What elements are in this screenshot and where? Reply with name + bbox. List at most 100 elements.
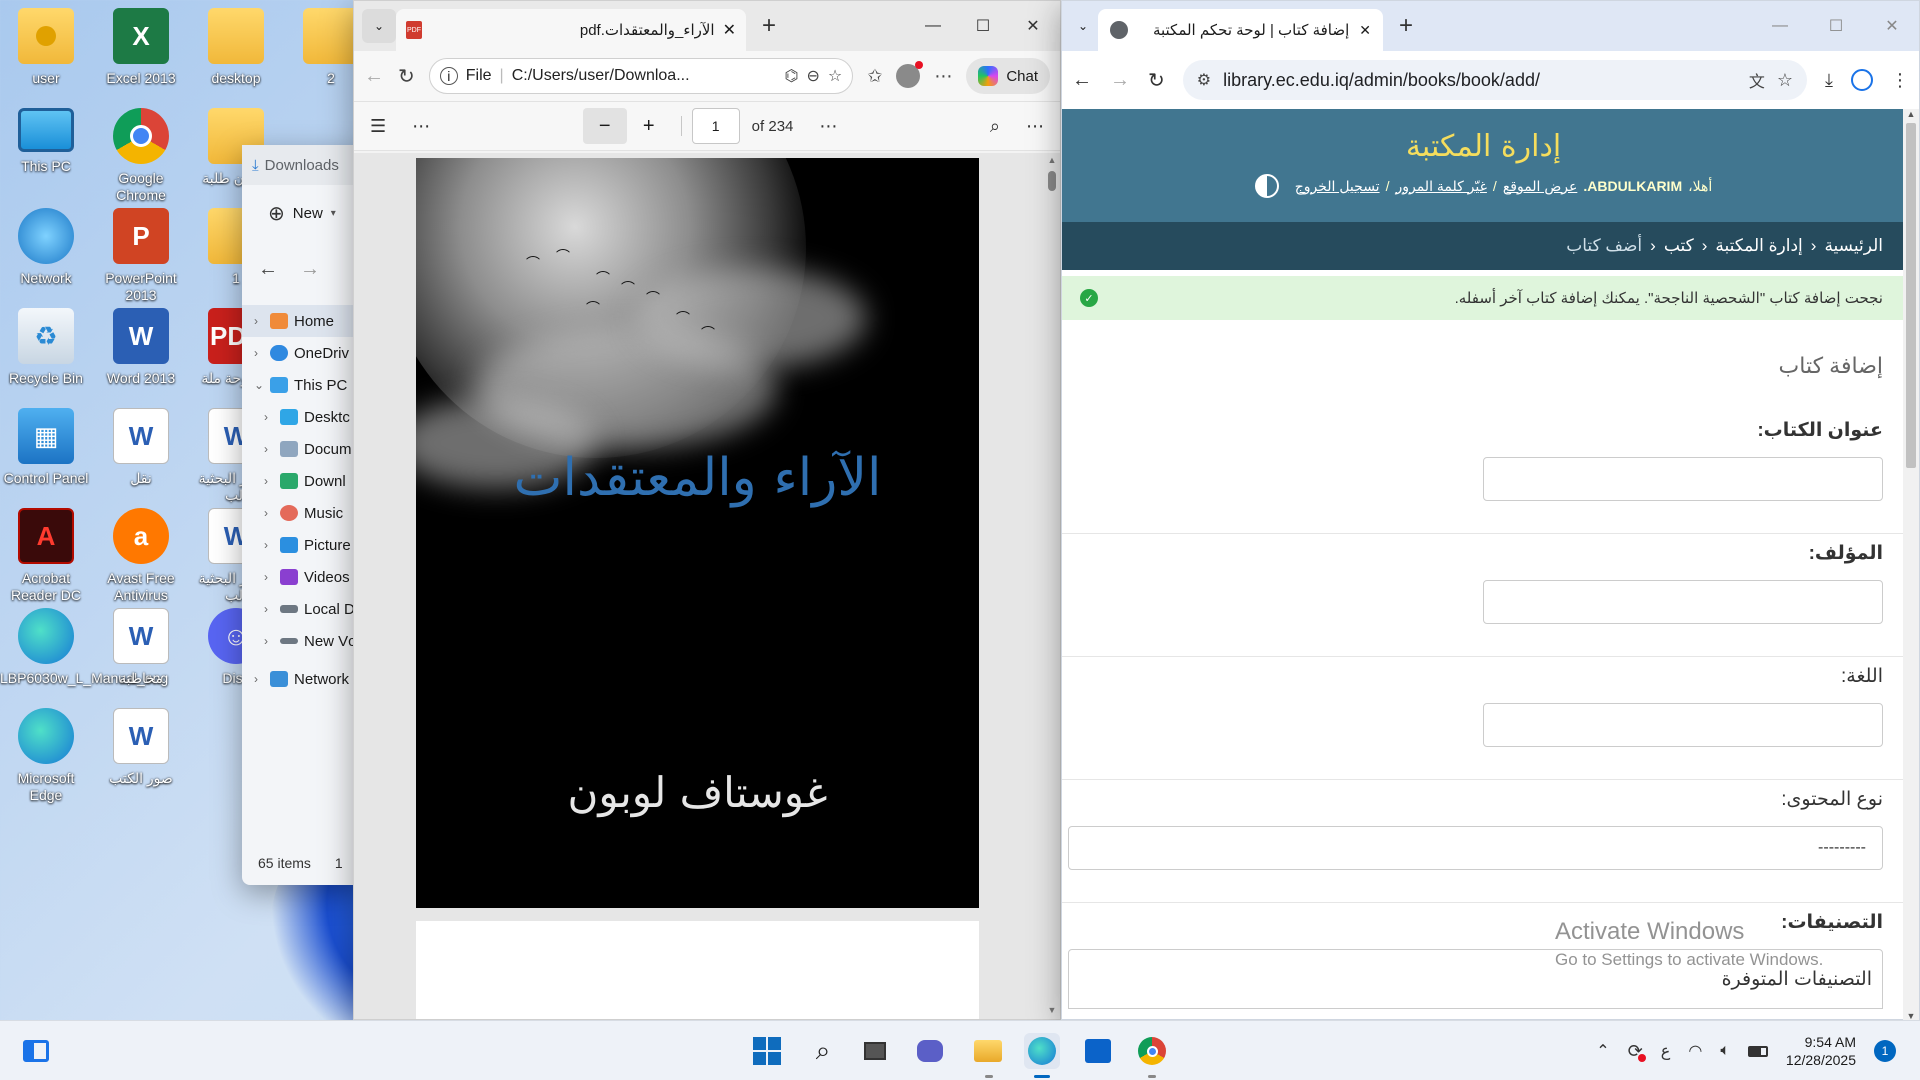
- nav-item-this-pc[interactable]: ⌄ This PC: [242, 369, 362, 401]
- translate-icon[interactable]: 文: [1749, 68, 1765, 92]
- search-button[interactable]: ⌕: [805, 1033, 841, 1069]
- chrome-scrollbar[interactable]: ▲ ▼: [1903, 109, 1919, 1021]
- nav-item-music[interactable]: › Music: [242, 497, 362, 529]
- desktop-icon-network[interactable]: Network: [0, 208, 92, 318]
- desktop-icon-chrome[interactable]: Google Chrome: [95, 108, 187, 218]
- change-password-link[interactable]: غيّر كلمة المرور: [1395, 178, 1486, 195]
- explorer-new-button[interactable]: ⊕ New ▾: [242, 185, 362, 241]
- desktop-icon-book-images[interactable]: W صور الكتب: [95, 708, 187, 818]
- close-window-button[interactable]: ✕: [1879, 16, 1905, 36]
- favorites-icon[interactable]: ✩: [867, 66, 882, 87]
- desktop-icon-avast[interactable]: a Avast Free Antivirus: [95, 508, 187, 618]
- refresh-icon[interactable]: ↻: [398, 64, 415, 89]
- maximize-button[interactable]: ☐: [970, 16, 996, 36]
- nav-item-onedrive[interactable]: › OneDriv: [242, 337, 362, 369]
- pdf-scrollbar[interactable]: ▲ ▼: [1046, 155, 1058, 1015]
- theme-toggle-icon[interactable]: [1254, 174, 1279, 198]
- read-aloud-icon[interactable]: ⌬: [785, 66, 799, 86]
- admin-site-title[interactable]: إدارة المكتبة: [1062, 109, 1905, 164]
- scroll-down-icon[interactable]: ▼: [1046, 1005, 1058, 1015]
- nav-item-documents[interactable]: › Docum: [242, 433, 362, 465]
- edge-taskbar-button[interactable]: [1024, 1033, 1060, 1069]
- back-arrow-icon[interactable]: ←: [258, 258, 278, 281]
- profile-icon[interactable]: [1851, 69, 1873, 91]
- explorer-tab[interactable]: ⤓ Downloads: [242, 145, 362, 185]
- sync-icon[interactable]: ⟳: [1628, 1041, 1646, 1062]
- profile-avatar[interactable]: [896, 61, 924, 88]
- download-icon[interactable]: ⤓: [1825, 70, 1833, 91]
- menu-icon[interactable]: ⋮: [1891, 70, 1909, 91]
- chat-app-button[interactable]: [912, 1033, 948, 1069]
- refresh-icon[interactable]: ↻: [1148, 68, 1165, 93]
- chrome-address-bar[interactable]: ⚙ library.ec.edu.iq/admin/books/book/add…: [1182, 60, 1808, 100]
- favorite-star-icon[interactable]: ☆: [828, 66, 842, 86]
- maximize-button[interactable]: ☐: [1823, 16, 1849, 36]
- bookmark-star-icon[interactable]: ☆: [1777, 70, 1793, 91]
- content-type-select[interactable]: ---------: [1068, 826, 1883, 870]
- nav-item-local-disk[interactable]: › Local D: [242, 593, 362, 625]
- nav-item-pictures[interactable]: › Picture: [242, 529, 362, 561]
- more-tools-icon[interactable]: ⋯: [819, 116, 837, 137]
- minimize-button[interactable]: —: [920, 17, 946, 35]
- chevron-up-icon[interactable]: ⌃: [1596, 1041, 1609, 1061]
- chrome-window[interactable]: ⌄ ✕ إضافة كتاب | لوحة تحكم المكتبة + — ☐…: [1061, 0, 1920, 1021]
- nav-item-videos[interactable]: › Videos: [242, 561, 362, 593]
- forward-arrow-icon[interactable]: →: [1110, 69, 1130, 92]
- desktop-icon-desktop-folder[interactable]: desktop: [190, 8, 282, 118]
- desktop-icon-lbp-manual[interactable]: LBP6030w_L_Manual_eng: [0, 608, 168, 718]
- back-arrow-icon[interactable]: ←: [364, 65, 384, 88]
- chrome-taskbar-button[interactable]: [1134, 1033, 1170, 1069]
- language-input[interactable]: [1483, 703, 1883, 747]
- battery-icon[interactable]: [1747, 1045, 1768, 1057]
- zoom-out-icon[interactable]: ⊖: [806, 66, 819, 86]
- nav-item-home[interactable]: › Home: [242, 305, 362, 337]
- task-view-button[interactable]: [857, 1033, 893, 1069]
- nav-item-network[interactable]: › Network: [242, 663, 362, 695]
- site-settings-icon[interactable]: ⚙: [1197, 70, 1211, 90]
- scroll-up-icon[interactable]: ▲: [1903, 109, 1919, 119]
- forward-arrow-icon[interactable]: →: [300, 258, 320, 281]
- settings-more-icon[interactable]: ⋯: [1026, 116, 1044, 137]
- chrome-tab[interactable]: ✕ إضافة كتاب | لوحة تحكم المكتبة: [1098, 9, 1383, 51]
- store-taskbar-button[interactable]: [1080, 1033, 1116, 1069]
- new-tab-button[interactable]: +: [762, 12, 776, 40]
- scroll-thumb[interactable]: [1048, 171, 1056, 191]
- tab-search-icon[interactable]: ⌄: [1068, 19, 1098, 33]
- contents-list-icon[interactable]: ☰: [370, 116, 386, 137]
- minimize-button[interactable]: —: [1767, 17, 1793, 35]
- zoom-in-button[interactable]: +: [627, 108, 671, 144]
- close-icon[interactable]: ✕: [723, 20, 736, 40]
- desktop-icon-word[interactable]: W Word 2013: [95, 308, 187, 418]
- scroll-thumb[interactable]: [1906, 123, 1916, 468]
- zoom-out-button[interactable]: −: [582, 108, 627, 144]
- close-icon[interactable]: ✕: [1359, 22, 1371, 39]
- desktop-icon-this-pc[interactable]: This PC: [0, 108, 92, 218]
- wifi-icon[interactable]: ◠: [1688, 1041, 1702, 1061]
- nav-item-downloads[interactable]: › Downl: [242, 465, 362, 497]
- title-input[interactable]: [1483, 457, 1883, 501]
- copilot-chat-button[interactable]: Chat: [966, 58, 1050, 94]
- pdf-document-canvas[interactable]: ⌒ ⌒ ⌒ ⌒ ⌒ ⌒ ⌒ ⌒ الآراء والمعتقدات غوستاف…: [354, 153, 1060, 1019]
- desktop-icon-powerpoint[interactable]: P PowerPoint 2013: [95, 208, 187, 318]
- desktop-icon-acrobat[interactable]: A Acrobat Reader DC: [0, 508, 92, 618]
- pdf-viewer-window[interactable]: ⌄ PDF الآراء_والمعتقدات.pdf ✕ + — ☐ ✕ ← …: [353, 0, 1061, 1020]
- language-indicator[interactable]: ع: [1661, 1041, 1671, 1061]
- desktop-icon-user[interactable]: user: [0, 8, 92, 118]
- new-tab-button[interactable]: +: [1399, 12, 1413, 40]
- page-number-input[interactable]: 1: [691, 108, 740, 144]
- volume-icon[interactable]: 🔈︎: [1720, 1042, 1730, 1060]
- desktop-icon-naql[interactable]: W نقل: [95, 408, 187, 518]
- pdf-tab[interactable]: PDF الآراء_والمعتقدات.pdf ✕: [396, 9, 746, 51]
- tab-actions-button[interactable]: ⌄: [362, 9, 396, 43]
- desktop-icon-recycle-bin[interactable]: ♻ Recycle Bin: [0, 308, 92, 418]
- notification-badge[interactable]: 1: [1874, 1040, 1896, 1062]
- breadcrumb-home[interactable]: الرئيسية: [1824, 236, 1883, 256]
- desktop-icon-mukhataba[interactable]: W مخاطبة: [95, 608, 187, 718]
- close-window-button[interactable]: ✕: [1020, 16, 1046, 36]
- search-icon[interactable]: ⌕: [990, 116, 1000, 137]
- logout-link[interactable]: تسجيل الخروج: [1295, 178, 1380, 195]
- view-site-link[interactable]: عرض الموقع: [1503, 178, 1578, 195]
- file-explorer-taskbar-button[interactable]: [970, 1033, 1006, 1069]
- desktop-icon-excel[interactable]: X Excel 2013: [95, 8, 187, 118]
- desktop-icon-edge[interactable]: Microsoft Edge: [0, 708, 92, 818]
